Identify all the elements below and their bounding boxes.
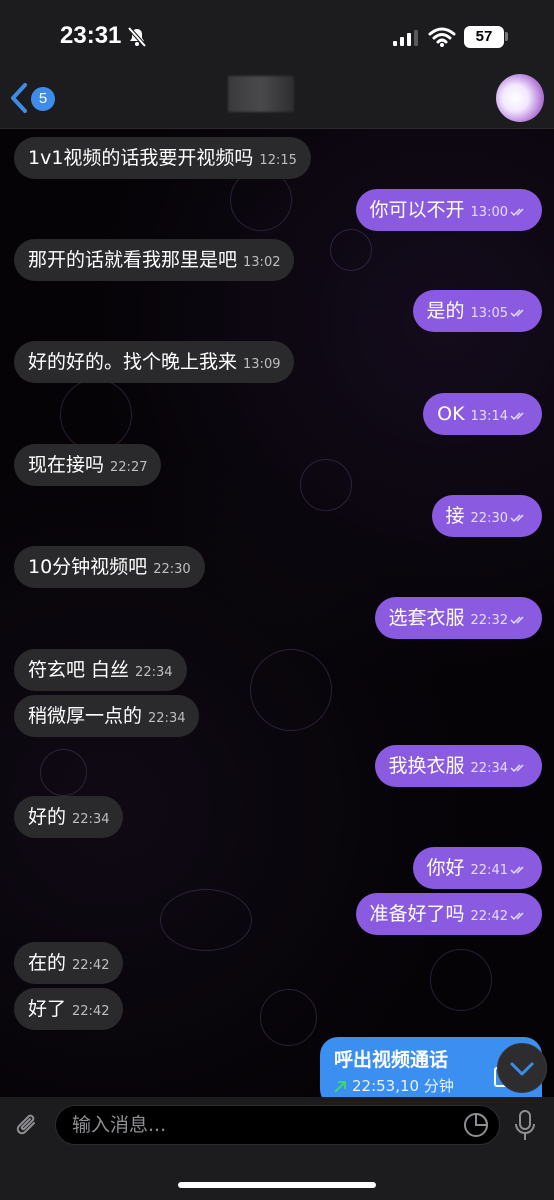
message-incoming[interactable]: 好了 22:42 xyxy=(14,988,124,1030)
wallpaper-doodle xyxy=(260,989,317,1046)
message-incoming[interactable]: 在的 22:42 xyxy=(14,942,124,984)
message-text: 你可以不开 xyxy=(369,199,465,221)
message-incoming[interactable]: 10分钟视频吧 22:30 xyxy=(14,546,205,588)
message-text: 在的 xyxy=(28,952,67,974)
message-time: 13:14 xyxy=(470,409,508,424)
message-outgoing[interactable]: 你可以不开 13:00 xyxy=(355,189,542,231)
wallpaper-doodle xyxy=(160,889,252,951)
read-check-icon xyxy=(510,615,524,624)
call-title: 呼出视频通话 xyxy=(334,1049,449,1071)
attachment-icon[interactable] xyxy=(12,1111,42,1141)
message-text: 符玄吧 白丝 xyxy=(28,659,130,681)
message-time: 22:32 xyxy=(470,613,508,628)
wallpaper-doodle xyxy=(330,229,372,271)
message-text: 你好 xyxy=(426,857,465,879)
message-time: 22:34 xyxy=(72,812,110,827)
message-time: 22:41 xyxy=(470,863,508,878)
battery-tip xyxy=(505,32,508,41)
message-text: 稍微厚一点的 xyxy=(28,705,143,727)
message-text: 1v1视频的话我要开视频吗 xyxy=(28,147,254,169)
chat-title-redacted[interactable] xyxy=(228,76,294,112)
scroll-to-bottom-button[interactable] xyxy=(497,1043,547,1093)
message-outgoing[interactable]: 我换衣服 22:34 xyxy=(374,745,542,787)
message-text: 那开的话就看我那里是吧 xyxy=(28,249,238,271)
message-incoming[interactable]: 稍微厚一点的 22:34 xyxy=(14,695,200,737)
read-check-icon xyxy=(510,763,524,772)
message-text: 好的 xyxy=(28,806,67,828)
message-incoming[interactable]: 1v1视频的话我要开视频吗 12:15 xyxy=(14,137,311,179)
message-text: 好了 xyxy=(28,998,67,1020)
message-outgoing[interactable]: 你好 22:41 xyxy=(412,847,542,889)
message-time: 22:42 xyxy=(72,1004,110,1019)
message-text: 选套衣服 xyxy=(388,607,465,629)
message-time: 22:42 xyxy=(72,958,110,973)
chat-header: 5 xyxy=(0,70,554,129)
sticker-icon[interactable] xyxy=(462,1111,490,1139)
message-time: 22:34 xyxy=(135,665,173,680)
unread-badge[interactable]: 5 xyxy=(31,87,55,111)
wifi-icon xyxy=(428,27,456,47)
back-chevron-icon[interactable] xyxy=(8,82,30,114)
read-check-icon xyxy=(510,411,524,420)
status-bar: 23:31 57 xyxy=(0,0,554,70)
message-incoming[interactable]: 好的 22:34 xyxy=(14,796,124,838)
message-incoming[interactable]: 那开的话就看我那里是吧 13:02 xyxy=(14,239,295,281)
message-list[interactable]: 1v1视频的话我要开视频吗 12:15 你可以不开 13:00 那开的话就看我那里是… xyxy=(0,129,554,1097)
message-outgoing[interactable]: 选套衣服 22:32 xyxy=(374,597,542,639)
chevron-down-icon xyxy=(510,1062,534,1076)
message-time: 22:30 xyxy=(470,511,508,526)
message-outgoing[interactable]: 是的 13:05 xyxy=(412,290,542,332)
message-text: 是的 xyxy=(426,300,465,322)
message-outgoing[interactable]: 接 22:30 xyxy=(431,495,542,537)
message-time: 22:34 xyxy=(470,761,508,776)
read-check-icon xyxy=(510,308,524,317)
status-time: 23:31 xyxy=(60,22,122,49)
read-check-icon xyxy=(510,513,524,522)
message-time: 22:34 xyxy=(148,711,186,726)
wallpaper-doodle xyxy=(300,459,352,511)
signal-icon xyxy=(393,30,418,46)
message-input[interactable]: 输入消息... xyxy=(55,1105,500,1145)
composer-bar: 输入消息... xyxy=(0,1097,554,1200)
message-text: 准备好了吗 xyxy=(369,903,465,925)
outgoing-call-arrow-icon xyxy=(334,1081,346,1093)
message-time: 12:15 xyxy=(259,153,297,168)
message-time: 13:05 xyxy=(470,306,508,321)
message-text: 现在接吗 xyxy=(28,454,105,476)
message-time: 22:30 xyxy=(153,562,191,577)
message-text: 我换衣服 xyxy=(388,755,465,777)
home-indicator xyxy=(178,1182,376,1188)
message-incoming[interactable]: 现在接吗 22:27 xyxy=(14,444,162,486)
message-text: 10分钟视频吧 xyxy=(28,556,148,578)
battery-indicator: 57 xyxy=(464,26,504,48)
message-outgoing[interactable]: 准备好了吗 22:42 xyxy=(355,893,542,935)
message-time: 22:27 xyxy=(110,460,148,475)
read-check-icon xyxy=(510,911,524,920)
wallpaper-doodle xyxy=(250,649,332,731)
message-incoming[interactable]: 好的好的。找个晚上我来 13:09 xyxy=(14,341,295,383)
message-time: 13:00 xyxy=(470,205,508,220)
message-text: OK xyxy=(437,403,465,425)
wallpaper-doodle xyxy=(40,749,87,796)
call-info: 22:53,10 分钟 xyxy=(352,1077,454,1095)
wallpaper-doodle xyxy=(430,949,492,1011)
message-text: 好的好的。找个晚上我来 xyxy=(28,351,238,373)
wallpaper-doodle xyxy=(60,379,132,451)
message-time: 13:09 xyxy=(243,357,281,372)
message-incoming[interactable]: 符玄吧 白丝 22:34 xyxy=(14,649,187,691)
avatar[interactable] xyxy=(496,74,544,122)
read-check-icon xyxy=(510,207,524,216)
message-time: 13:02 xyxy=(243,255,281,270)
microphone-icon[interactable] xyxy=(512,1109,538,1143)
message-time: 22:42 xyxy=(470,909,508,924)
message-text: 接 xyxy=(445,505,465,527)
message-outgoing[interactable]: OK 13:14 xyxy=(423,393,542,435)
read-check-icon xyxy=(510,865,524,874)
bell-off-icon xyxy=(127,26,147,48)
